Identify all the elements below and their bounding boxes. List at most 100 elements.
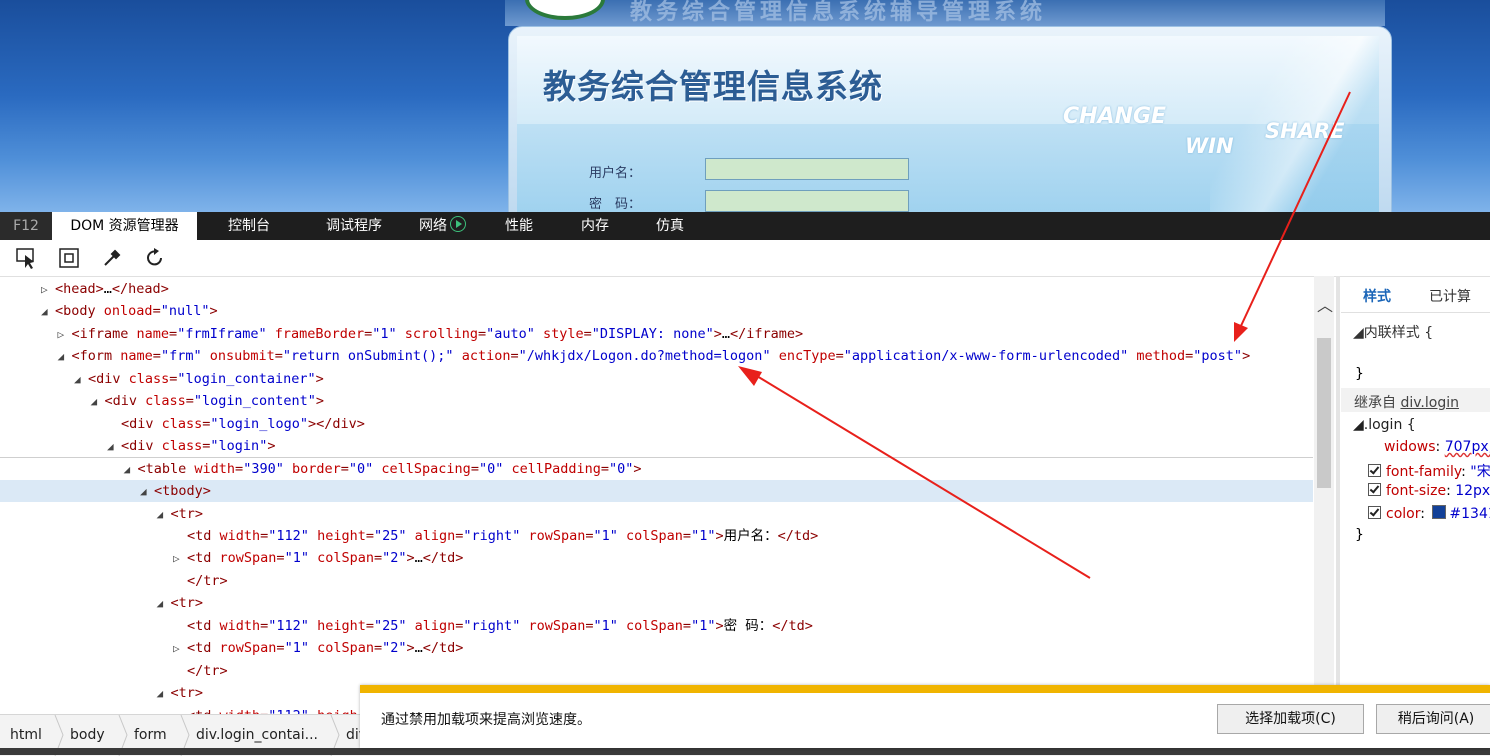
choose-addons-button[interactable]: 选择加载项(C) — [1217, 704, 1364, 734]
notification-message: 通过禁用加载项来提高浏览速度。 — [381, 712, 591, 728]
dom-node-row[interactable]: ◢ <div class="login_content"> — [0, 390, 1313, 412]
select-element-icon[interactable] — [14, 246, 38, 270]
dom-node-row[interactable]: ▷ <head>…</head> — [0, 278, 1313, 300]
play-icon[interactable] — [450, 216, 466, 232]
password-input[interactable] — [705, 190, 909, 212]
dom-node-row[interactable]: ▷ <td rowSpan="1" colSpan="2">…</td> — [0, 547, 1313, 569]
dom-node-row[interactable]: <td width="112" height="25" align="right… — [0, 525, 1313, 547]
checkbox-icon[interactable] — [1368, 483, 1381, 496]
inherited-link[interactable]: div.login — [1400, 395, 1459, 411]
tab-f12[interactable]: F12 — [0, 212, 52, 240]
page-banner-text: 教务综合管理信息系统辅导管理系统 — [630, 0, 1047, 25]
scrollbar-thumb[interactable] — [1317, 338, 1331, 488]
rule-selector[interactable]: ◢.login { — [1353, 417, 1416, 433]
dom-token-attr: class — [145, 393, 186, 410]
dom-token-tag: = — [477, 325, 487, 342]
collapse-arrow-icon[interactable]: ◢ — [91, 391, 105, 413]
dom-node-row[interactable]: ◢ <tbody> — [0, 480, 1313, 503]
dom-token-attr: colSpan — [308, 640, 374, 657]
dom-token-tag: </td> — [777, 527, 819, 544]
dom-node-row[interactable]: ◢ <form name="frm" onsubmit="return onSub… — [0, 345, 1313, 367]
dom-token-val: "2" — [382, 640, 407, 657]
dom-node-row[interactable]: ◢ <div class="login"> — [0, 435, 1313, 459]
dom-token-tag: = — [600, 460, 610, 477]
dom-node-row[interactable]: </tr> — [0, 570, 1313, 592]
tab-dom-explorer[interactable]: DOM 资源管理器 — [52, 212, 197, 240]
dom-node-row[interactable]: ◢ <tr> — [0, 592, 1313, 614]
dom-node-row[interactable]: ▷ <iframe name="frmIframe" frameBorder="1… — [0, 323, 1313, 345]
pane-splitter[interactable] — [1336, 276, 1340, 714]
tab-performance[interactable]: 性能 — [505, 212, 533, 240]
dom-node-row[interactable]: ▷ <td rowSpan="1" colSpan="2">…</td> — [0, 637, 1313, 659]
tab-styles[interactable]: 样式 — [1363, 286, 1391, 306]
collapse-arrow-icon[interactable]: ◢ — [157, 683, 171, 705]
expand-arrow-icon[interactable]: ▷ — [41, 279, 55, 301]
dom-token-attr: rowSpan — [520, 527, 586, 544]
username-label: 用户名： — [589, 166, 642, 181]
dom-token-tag: <div — [104, 393, 146, 410]
tab-emulation[interactable]: 仿真 — [656, 212, 684, 240]
dom-tree-scrollbar[interactable]: ︿ — [1314, 276, 1334, 714]
collapse-arrow-icon[interactable]: ◢ — [157, 593, 171, 615]
style-prop-font-family[interactable]: font-family: "宋体 — [1368, 461, 1490, 481]
tab-debugger[interactable]: 调试程序 — [326, 212, 382, 240]
dom-token-attr: class — [161, 438, 203, 455]
notification-bar: 通过禁用加载项来提高浏览速度。 选择加载项(C) 稍后询问(A) — [360, 685, 1490, 748]
highlight-box-icon[interactable] — [57, 246, 81, 270]
ask-later-button[interactable]: 稍后询问(A) — [1376, 704, 1490, 734]
collapse-arrow-icon[interactable]: ◢ — [41, 301, 55, 323]
dom-token-tag: = — [152, 348, 161, 365]
devtools-tabbar: F12 DOM 资源管理器 控制台 调试程序 网络 性能 内存 仿真 — [0, 212, 1490, 240]
tab-computed[interactable]: 已计算 — [1429, 286, 1471, 306]
checkbox-icon[interactable] — [1368, 506, 1381, 519]
dom-node-row[interactable]: ◢ <table width="390" border="0" cellSpaci… — [0, 458, 1313, 480]
prop-value: 707px; — [1444, 439, 1490, 455]
dom-token-tag: = — [340, 460, 349, 477]
dom-token-val: "112" — [268, 617, 309, 634]
dom-token-tag: </tr> — [187, 572, 228, 589]
dom-token-attr: rowSpan — [219, 640, 277, 657]
dom-token-attr: method — [1128, 348, 1186, 365]
dom-node-row[interactable]: ◢ <tr> — [0, 503, 1313, 525]
dom-token-attr: action — [453, 348, 511, 365]
dom-node-row[interactable]: <div class="login_logo"></div> — [0, 413, 1313, 435]
dom-token-attr: colSpan — [617, 617, 683, 634]
dom-token-tag: = — [585, 527, 594, 544]
expand-arrow-icon[interactable]: ▷ — [173, 548, 187, 570]
checkbox-icon[interactable] — [1368, 464, 1381, 477]
style-prop-widows[interactable]: widows: 707px; — [1384, 439, 1490, 455]
expand-arrow-icon[interactable]: ▷ — [58, 324, 72, 346]
collapse-arrow-icon[interactable]: ◢ — [58, 346, 72, 368]
collapse-arrow-icon[interactable]: ◢ — [157, 504, 171, 526]
dom-token-tag: > — [713, 325, 722, 342]
dom-node-row[interactable]: ◢ <div class="login_container"> — [0, 368, 1313, 390]
dom-node-row[interactable]: <td width="112" height="25" align="right… — [0, 615, 1313, 637]
dom-token-attr: width — [194, 460, 236, 477]
dom-node-row[interactable]: </tr> — [0, 660, 1313, 682]
tab-memory[interactable]: 内存 — [581, 212, 609, 240]
prop-name: font-size — [1386, 483, 1447, 499]
color-swatch[interactable] — [1432, 505, 1447, 519]
username-input[interactable] — [705, 158, 909, 180]
collapse-arrow-icon[interactable]: ◢ — [140, 481, 154, 503]
collapse-arrow-icon[interactable]: ◢ — [124, 459, 138, 481]
dom-token-val: "return onSubmint();" — [282, 348, 454, 365]
dom-token-tag: <td — [187, 550, 220, 567]
expand-arrow-icon[interactable]: ▷ — [173, 638, 187, 660]
collapse-arrow-icon[interactable]: ◢ — [107, 436, 121, 458]
tab-network[interactable]: 网络 — [419, 212, 466, 240]
style-prop-color[interactable]: color: #1341 — [1368, 505, 1490, 522]
scroll-up-icon[interactable]: ︿ — [1317, 292, 1333, 316]
dom-tree: ▷ <head>…</head> ◢ <body onload="null"> ▷ <if… — [0, 276, 1313, 714]
dom-token-txt: … — [721, 325, 730, 342]
color-picker-icon[interactable] — [100, 246, 124, 270]
prop-value: #1341 — [1449, 506, 1490, 522]
refresh-icon[interactable] — [143, 246, 167, 270]
style-prop-font-size[interactable]: font-size: 12px; — [1368, 483, 1490, 499]
dom-token-val: "1" — [593, 617, 618, 634]
collapse-arrow-icon[interactable]: ◢ — [74, 369, 88, 391]
dom-token-attr: class — [128, 370, 170, 387]
dom-node-row[interactable]: ◢ <body onload="null"> — [0, 300, 1313, 322]
inline-style-header[interactable]: ◢内联样式 { — [1353, 322, 1433, 342]
tab-console[interactable]: 控制台 — [228, 212, 270, 240]
